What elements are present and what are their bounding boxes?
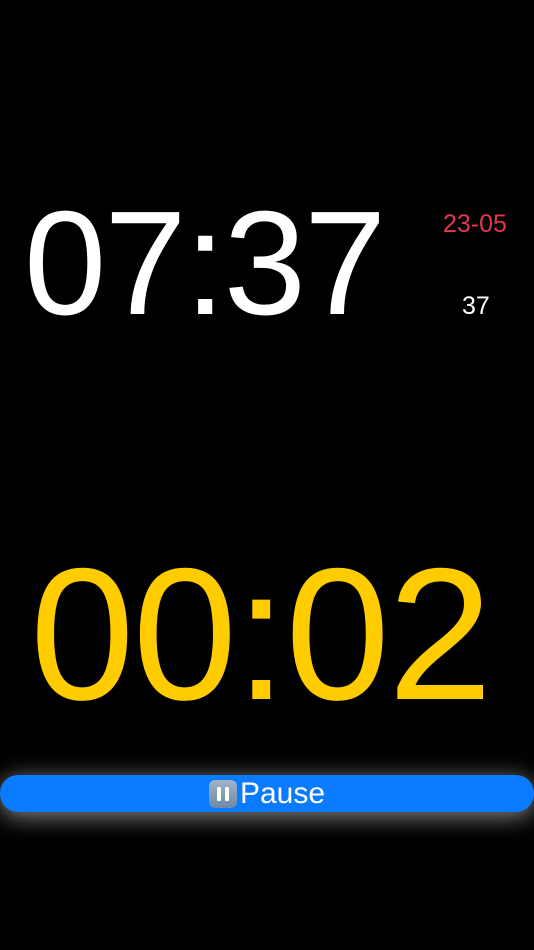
pause-button-label: Pause: [239, 776, 326, 810]
pause-icon-bar-left: [216, 786, 221, 801]
elapsed-timer: 00:02: [30, 529, 492, 739]
current-date: 23-05: [443, 210, 507, 238]
current-seconds: 37: [462, 292, 490, 320]
current-time: 07:37: [24, 181, 386, 346]
pause-icon: [208, 779, 237, 808]
pause-icon-bar-right: [224, 786, 229, 801]
pause-button[interactable]: Pause: [0, 775, 534, 812]
